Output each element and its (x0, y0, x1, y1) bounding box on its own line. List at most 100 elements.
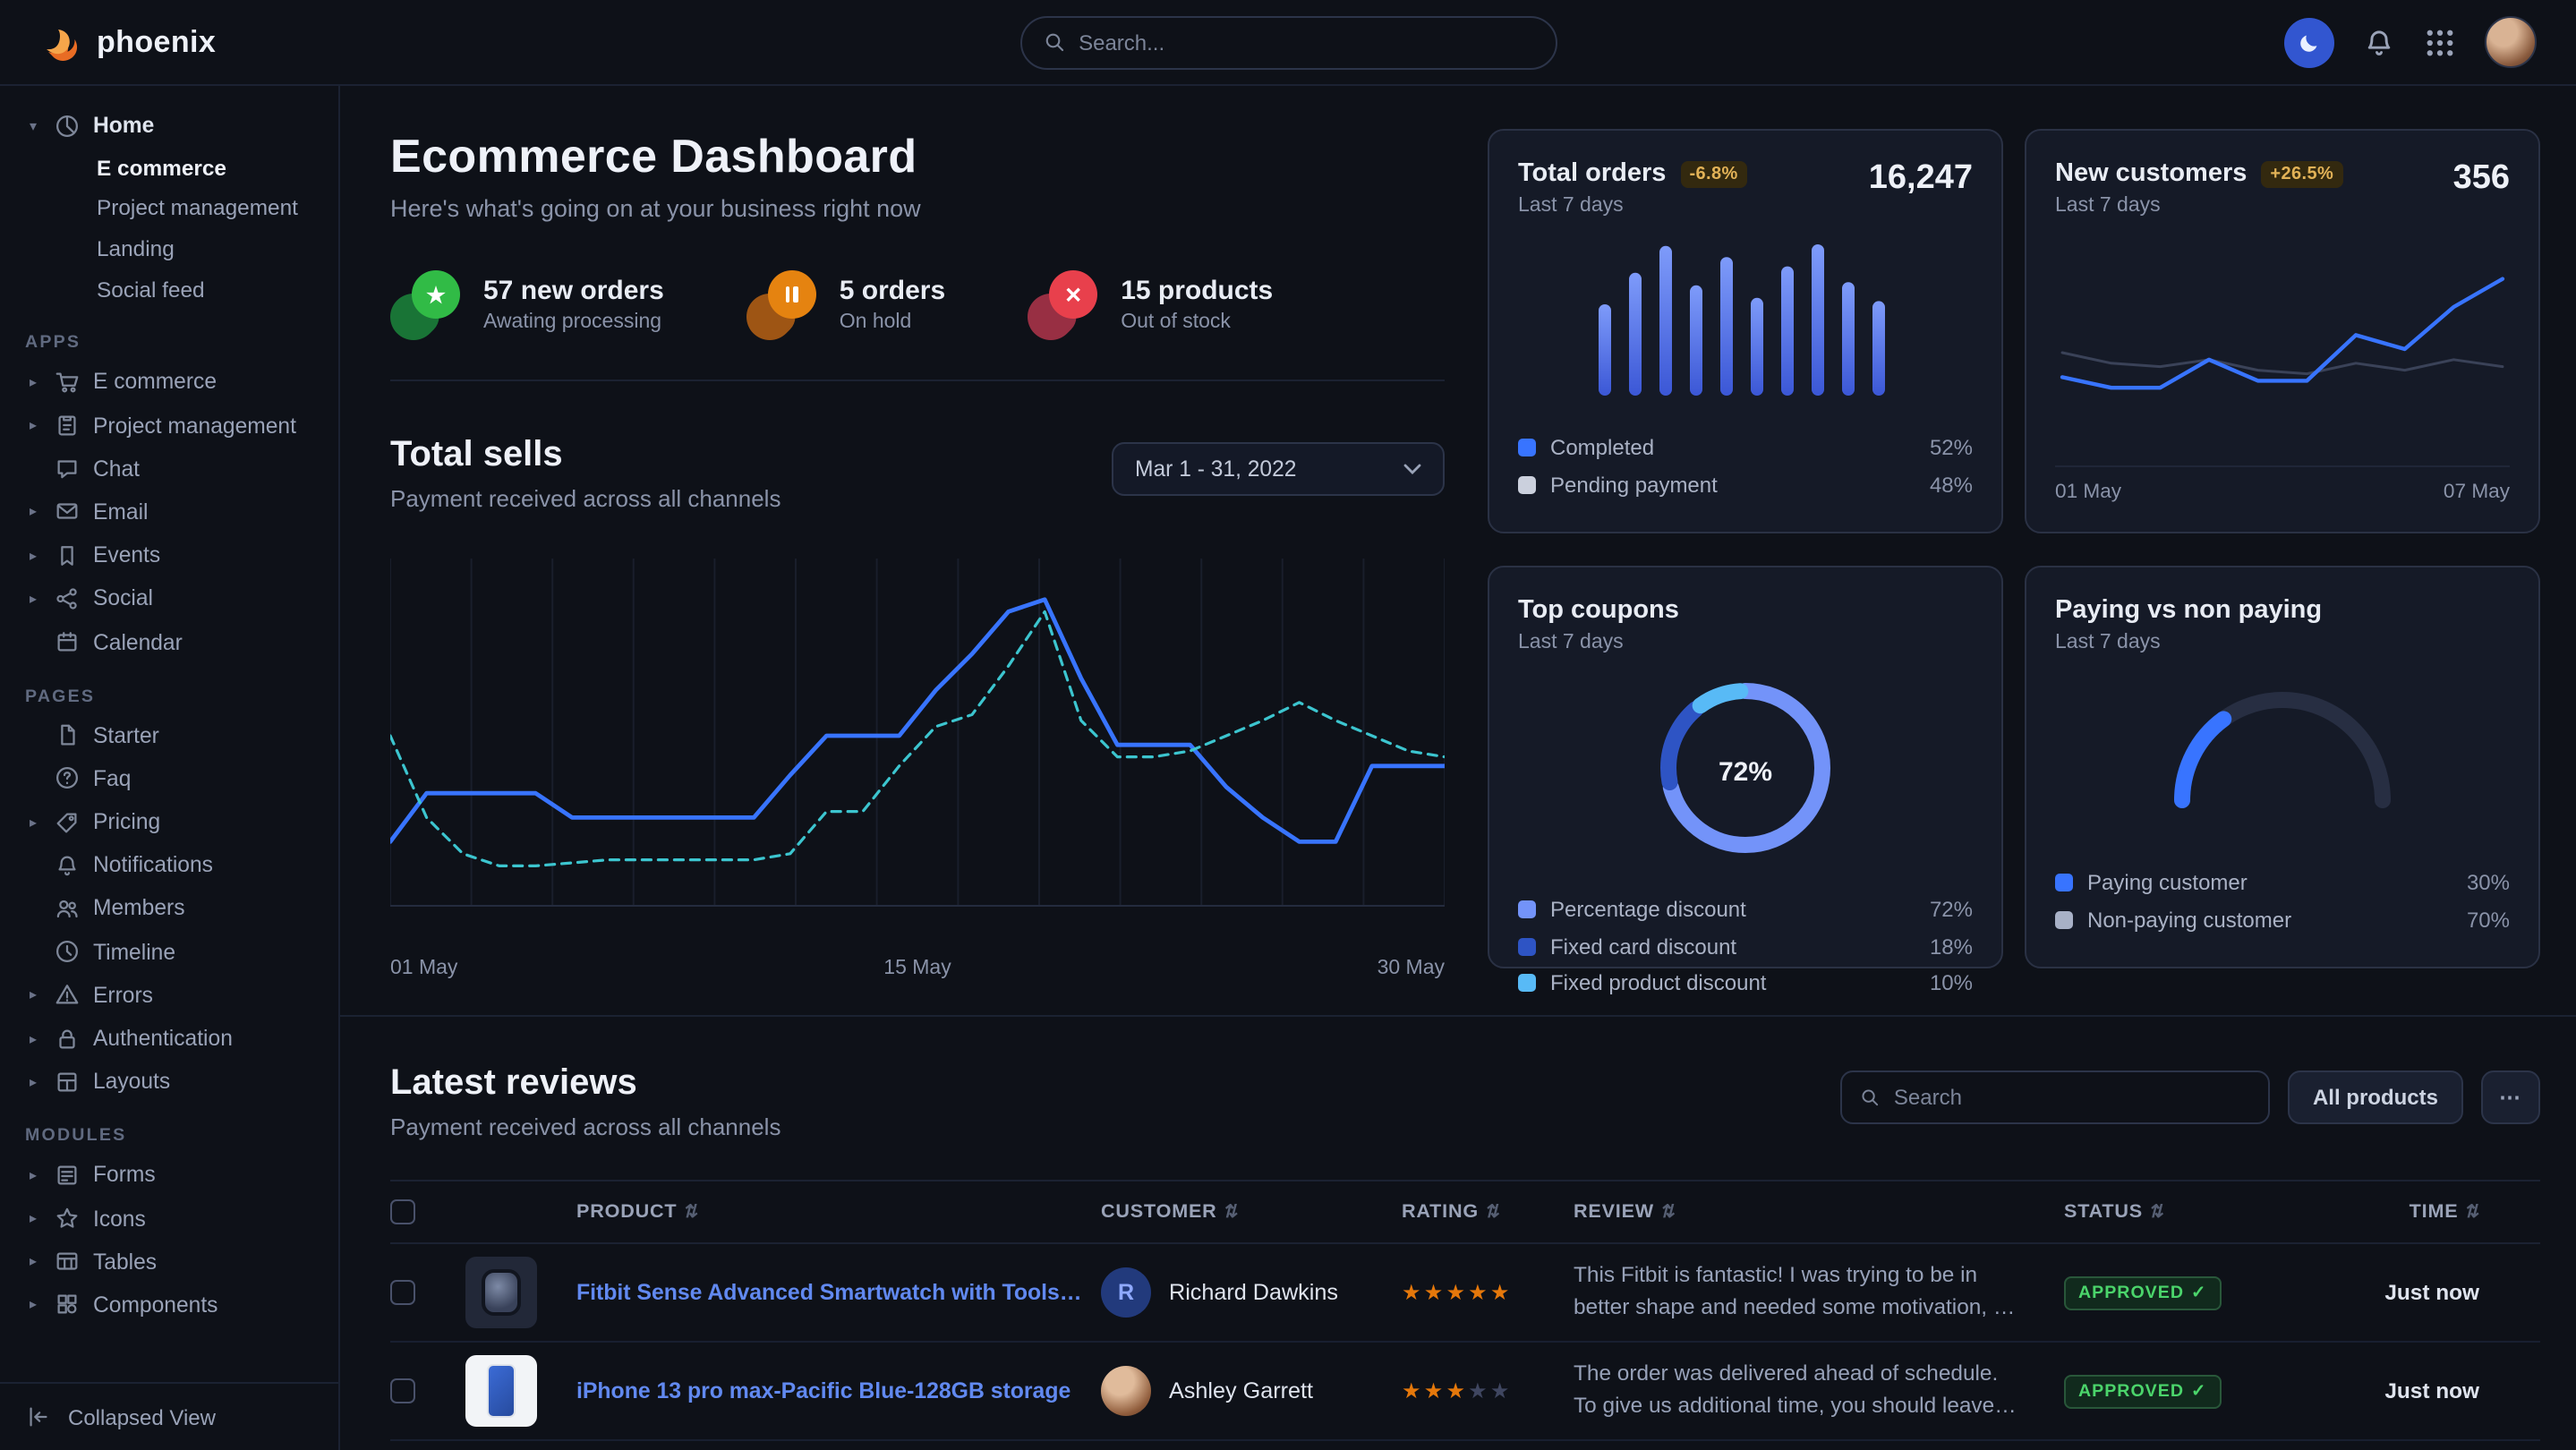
sidebar-item-icons[interactable]: ▸ Icons (25, 1197, 324, 1240)
star-icon (54, 1205, 81, 1232)
legend-swatch (1518, 937, 1536, 955)
column-product[interactable]: PRODUCT⇅ (576, 1201, 1087, 1223)
row-checkbox[interactable] (390, 1378, 415, 1403)
legend-label: Non-paying customer (2087, 908, 2452, 933)
sidebar-item-timeline[interactable]: Timeline (25, 930, 324, 973)
sidebar-subitem-social-feed[interactable]: Social feed (97, 269, 324, 311)
sidebar-item-label: Timeline (93, 939, 175, 964)
stat-value: 15 products (1121, 276, 1273, 306)
search-input[interactable] (1079, 30, 1533, 55)
share-icon (54, 585, 81, 612)
sidebar-item-label: Email (93, 499, 149, 525)
sidebar-item-starter[interactable]: Starter (25, 713, 324, 756)
caret-right-icon: ▸ (25, 1167, 41, 1183)
new-customers-card: New customers +26.5% Last 7 days 356 01 … (2025, 129, 2540, 533)
product-link[interactable]: Fitbit Sense Advanced Smartwatch with To… (576, 1280, 1087, 1305)
moon-icon (2297, 30, 2322, 55)
card-title: Paying vs non paying (2055, 596, 2322, 625)
sidebar-item-chat[interactable]: Chat (25, 447, 324, 490)
sidebar-section-apps: APPS (25, 334, 324, 354)
sidebar-item-social[interactable]: ▸ Social (25, 577, 324, 620)
sidebar-item-authentication[interactable]: ▸ Authentication (25, 1017, 324, 1060)
more-options-button[interactable]: ⋯ (2481, 1070, 2540, 1124)
chevron-down-icon (1403, 464, 1421, 474)
column-customer[interactable]: CUSTOMER⇅ (1101, 1201, 1387, 1223)
sidebar-item-email[interactable]: ▸ Email (25, 490, 324, 533)
sidebar-subitem-ecommerce[interactable]: E commerce (97, 147, 324, 188)
bookmark-icon (54, 542, 81, 568)
column-review[interactable]: REVIEW⇅ (1574, 1201, 2050, 1223)
sidebar-item-layouts[interactable]: ▸ Layouts (25, 1060, 324, 1103)
sidebar-item-errors[interactable]: ▸ Errors (25, 974, 324, 1017)
sidebar-item-members[interactable]: Members (25, 887, 324, 930)
sidebar-item-ecommerce[interactable]: ▸ E commerce (25, 361, 324, 404)
sidebar-item-faq[interactable]: Faq (25, 757, 324, 800)
clock-icon (54, 938, 81, 965)
brand-name: phoenix (97, 24, 216, 60)
cart-icon (54, 369, 81, 396)
row-checkbox[interactable] (390, 1280, 415, 1305)
sidebar-subitem-landing[interactable]: Landing (97, 229, 324, 270)
search-icon (1860, 1087, 1880, 1108)
sidebar-item-label: Components (93, 1292, 218, 1318)
caret-right-icon: ▸ (25, 1254, 41, 1270)
caret-right-icon: ▸ (25, 1297, 41, 1313)
brand[interactable]: phoenix (39, 21, 216, 64)
theme-toggle-button[interactable] (2284, 17, 2334, 67)
new-customers-axis: 01 May 07 May (2055, 465, 2510, 503)
legend-value: 10% (1930, 970, 1973, 995)
axis-label: 30 May (1378, 958, 1445, 979)
new-customers-chart (2055, 227, 2510, 455)
sidebar-item-label: Faq (93, 766, 131, 791)
sidebar-item-label: Tables (93, 1250, 157, 1275)
date-range-select[interactable]: Mar 1 - 31, 2022 (1112, 442, 1445, 496)
warning-icon (54, 982, 81, 1009)
legend-label: Pending payment (1550, 473, 1915, 498)
caret-right-icon: ▸ (25, 374, 41, 390)
user-avatar[interactable] (2485, 16, 2537, 68)
reviews-search[interactable] (1840, 1070, 2270, 1124)
select-all-checkbox[interactable] (390, 1199, 415, 1224)
navbar-search[interactable] (1019, 15, 1557, 69)
sidebar-item-events[interactable]: ▸ Events (25, 533, 324, 576)
collapsed-view-toggle[interactable]: Collapsed View (0, 1382, 338, 1450)
column-status[interactable]: STATUS⇅ (2064, 1201, 2293, 1223)
stat-value: 57 new orders (483, 276, 664, 306)
card-value: 356 (2453, 159, 2510, 199)
trend-badge: -6.8% (1680, 160, 1746, 187)
sidebar-item-calendar[interactable]: Calendar (25, 620, 324, 663)
sidebar-item-home[interactable]: ▾ Home (25, 104, 324, 147)
sidebar-item-tables[interactable]: ▸ Tables (25, 1240, 324, 1283)
column-time[interactable]: TIME⇅ (2307, 1201, 2479, 1223)
card-period: Last 7 days (1518, 195, 1747, 217)
all-products-button[interactable]: All products (2288, 1070, 2463, 1124)
legend-value: 18% (1930, 934, 1973, 959)
sidebar-item-label: Authentication (93, 1026, 233, 1051)
legend-item: Non-paying customer 70% (2055, 901, 2510, 938)
legend-item: Completed 52% (1518, 431, 1973, 467)
legend-value: 70% (2467, 908, 2510, 933)
sidebar-item-label: Members (93, 896, 185, 921)
page-subtitle: Here's what's going on at your business … (390, 195, 1445, 222)
stat-caption: On hold (840, 311, 945, 333)
sidebar-item-label: Project management (93, 413, 296, 438)
check-icon: ✓ (2191, 1283, 2206, 1302)
sidebar-item-forms[interactable]: ▸ Forms (25, 1154, 324, 1197)
card-title: New customers (2055, 159, 2247, 188)
apps-grid-icon[interactable] (2424, 26, 2456, 58)
product-link[interactable]: iPhone 13 pro max-Pacific Blue-128GB sto… (576, 1378, 1087, 1403)
reviews-search-input[interactable] (1894, 1085, 2250, 1110)
paying-gauge-chart (2055, 682, 2510, 811)
product-thumbnail (465, 1257, 537, 1328)
sidebar-item-pricing[interactable]: ▸ Pricing (25, 800, 324, 843)
sidebar-item-notifications[interactable]: Notifications (25, 843, 324, 886)
legend-label: Fixed card discount (1550, 934, 1915, 959)
stat-out-of-stock: ✕ 15 products Out of stock (1028, 269, 1273, 340)
sidebar-item-components[interactable]: ▸ Components (25, 1284, 324, 1326)
collapsed-view-label: Collapsed View (68, 1404, 216, 1429)
tag-icon (54, 808, 81, 835)
sidebar-subitem-project-management[interactable]: Project management (97, 188, 324, 229)
bell-icon[interactable] (2363, 26, 2395, 58)
sidebar-item-project-management[interactable]: ▸ Project management (25, 404, 324, 447)
column-rating[interactable]: RATING⇅ (1402, 1201, 1559, 1223)
